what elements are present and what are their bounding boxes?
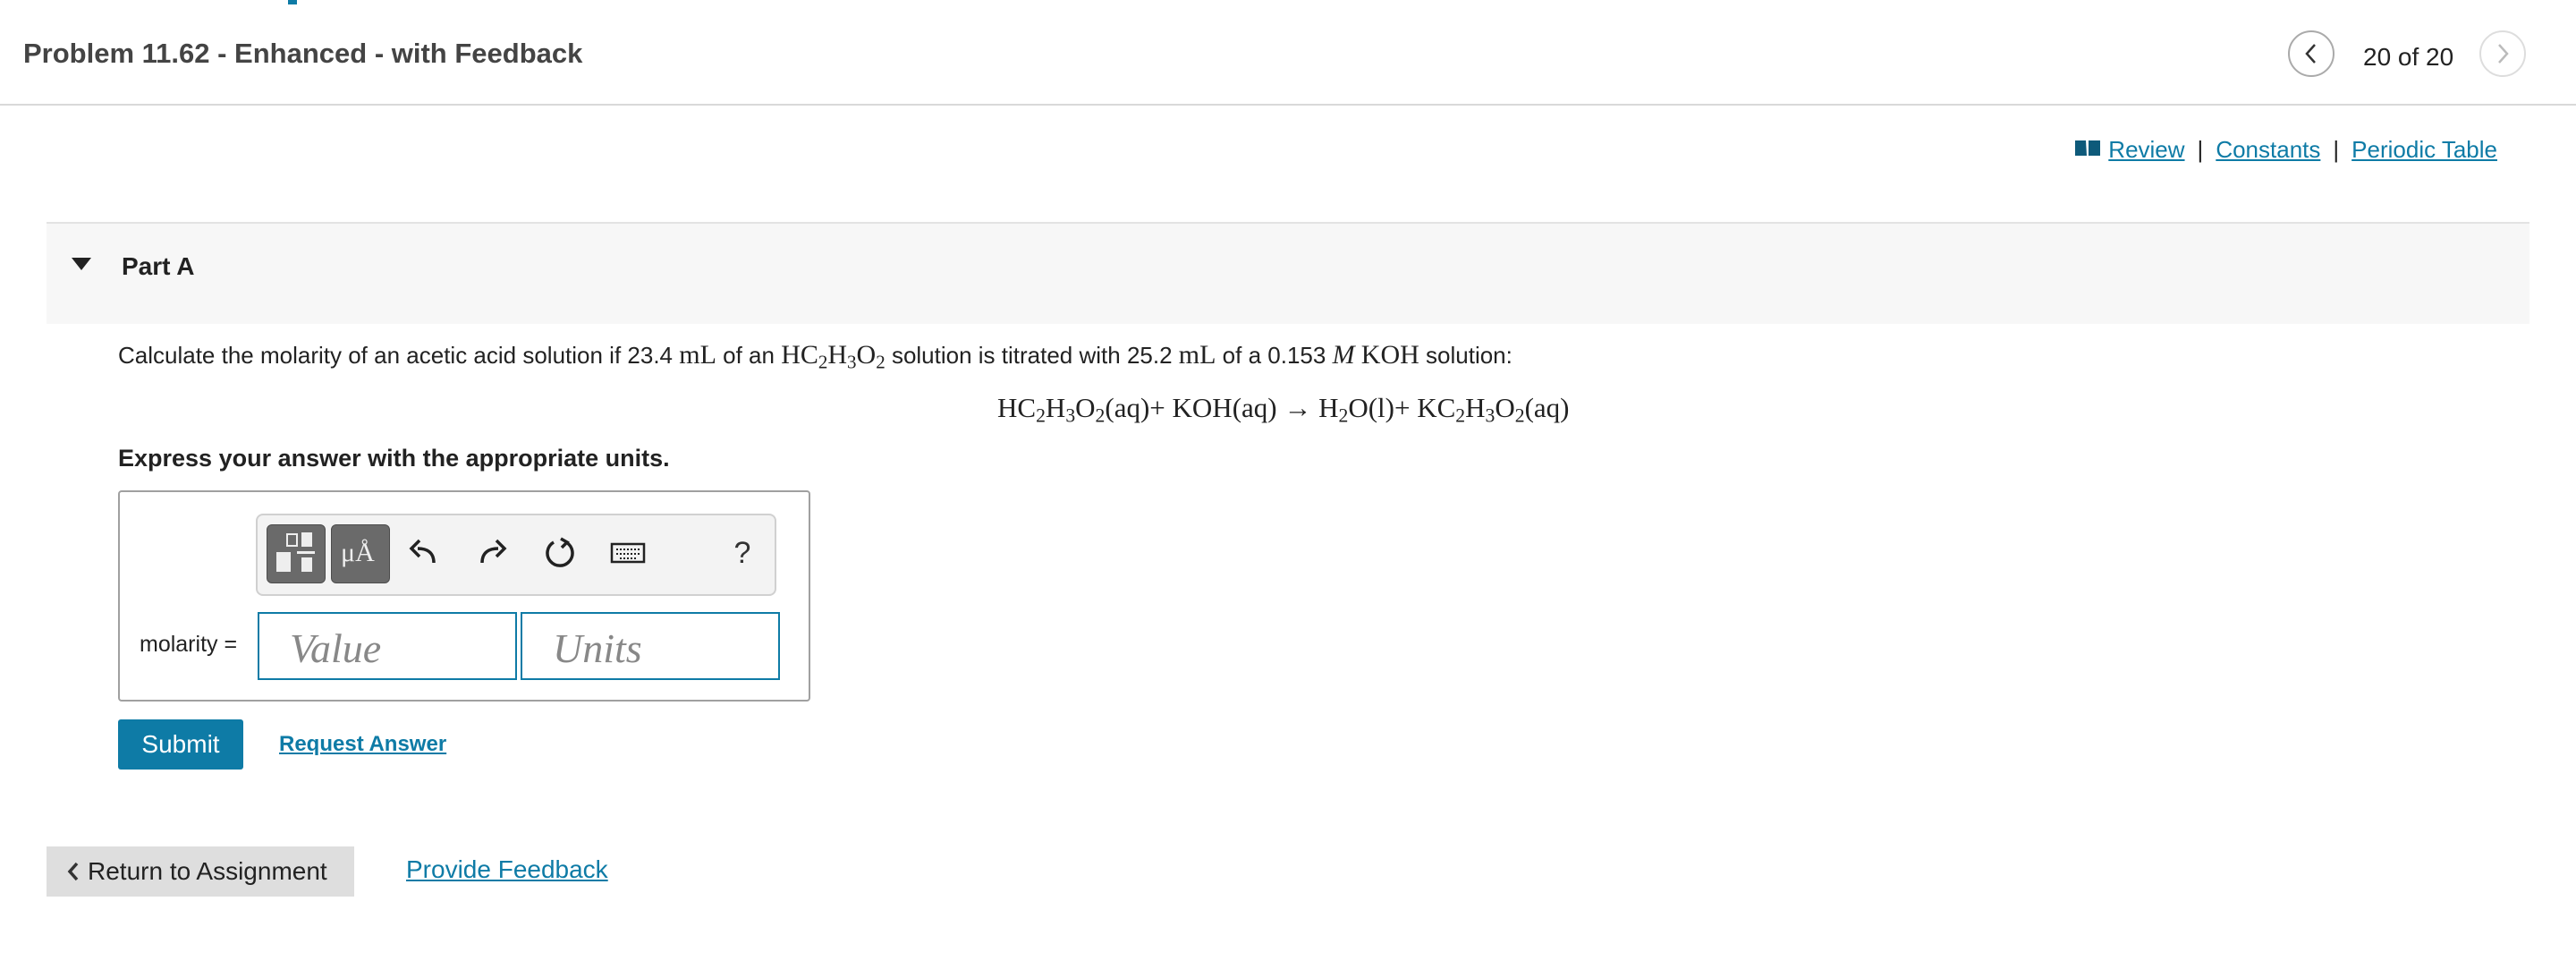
chemical-equation: HC2H3O2(aq)+ KOH(aq) → H2O(l)+ KC2H3O2(a… — [997, 392, 1570, 427]
keyboard-button[interactable] — [608, 533, 648, 573]
constants-link[interactable]: Constants — [2216, 136, 2320, 164]
keyboard-icon — [610, 542, 646, 564]
reset-icon — [546, 537, 574, 567]
provide-feedback-link[interactable]: Provide Feedback — [406, 855, 608, 884]
previous-problem-button[interactable] — [2288, 30, 2334, 77]
chevron-left-icon — [2305, 44, 2316, 64]
link-separator: | — [2333, 136, 2340, 163]
reset-button[interactable] — [540, 533, 580, 573]
link-separator: | — [2197, 136, 2204, 163]
periodic-table-link[interactable]: Periodic Table — [2351, 136, 2497, 164]
units-symbol: μÅ — [341, 538, 375, 567]
answer-label: molarity = — [140, 632, 238, 657]
return-label: Return to Assignment — [88, 857, 327, 885]
math-toolbar: μÅ ? — [256, 514, 776, 596]
book-icon — [2074, 138, 2101, 157]
answer-instruction: Express your answer with the appropriate… — [118, 445, 670, 472]
top-accent — [288, 0, 297, 4]
part-label: Part A — [122, 252, 195, 280]
page-title: Problem 11.62 - Enhanced - with Feedback — [23, 38, 583, 69]
units-button[interactable]: μÅ — [331, 524, 390, 583]
problem-position: 20 of 20 — [2363, 43, 2454, 71]
part-a-header[interactable]: Part A — [47, 222, 2529, 324]
next-problem-button[interactable] — [2479, 30, 2526, 77]
submit-button[interactable]: Submit — [118, 719, 243, 770]
answer-box: μÅ ? molarity = — [118, 490, 810, 702]
redo-icon — [480, 539, 507, 564]
help-button[interactable]: ? — [723, 533, 762, 573]
return-to-assignment-button[interactable]: Return to Assignment — [47, 846, 354, 897]
templates-icon — [276, 532, 315, 572]
value-input[interactable] — [258, 612, 517, 680]
templates-button[interactable] — [267, 524, 326, 583]
review-link[interactable]: Review — [2074, 136, 2185, 164]
review-label: Review — [2108, 136, 2185, 163]
collapse-caret-icon[interactable] — [72, 258, 91, 270]
units-input[interactable] — [521, 612, 780, 680]
chevron-left-icon — [66, 861, 80, 882]
problem-header: Problem 11.62 - Enhanced - with Feedback… — [0, 0, 2576, 106]
undo-icon — [409, 539, 436, 564]
redo-button[interactable] — [472, 533, 512, 573]
resource-links: Review | Constants | Periodic Table — [2074, 136, 2497, 164]
chevron-right-icon — [2498, 44, 2509, 64]
request-answer-link[interactable]: Request Answer — [279, 732, 446, 757]
undo-button[interactable] — [404, 533, 444, 573]
question-text: Calculate the molarity of an acetic acid… — [118, 340, 1513, 373]
